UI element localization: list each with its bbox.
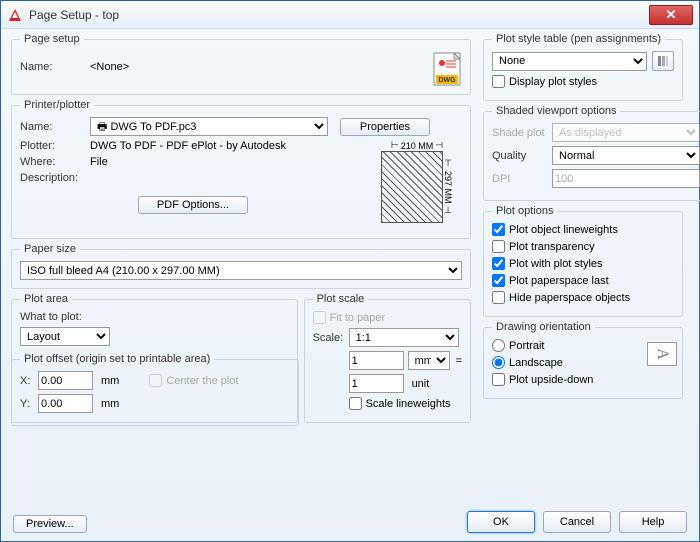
upside-down-checkbox[interactable]	[492, 373, 505, 386]
plot-area-legend: Plot area	[20, 293, 72, 305]
offset-x-unit: mm	[101, 375, 119, 387]
where-label: Where:	[20, 156, 90, 168]
page-name-value: <None>	[90, 61, 129, 73]
plot-style-select[interactable]: None	[492, 52, 647, 71]
plot-transparency-label: Plot transparency	[509, 241, 595, 253]
paper-size-select[interactable]: ISO full bleed A4 (210.00 x 297.00 MM)	[20, 261, 462, 280]
scale-lineweights-checkbox[interactable]	[349, 397, 362, 410]
ok-button[interactable]: OK	[467, 511, 535, 533]
display-plot-styles-checkbox[interactable]	[492, 75, 505, 88]
plot-obj-lw-checkbox[interactable]	[492, 223, 505, 236]
shade-plot-select: As displayed	[552, 123, 700, 142]
fit-to-paper-checkbox	[313, 311, 326, 324]
portrait-label: Portrait	[509, 340, 544, 352]
cancel-button[interactable]: Cancel	[543, 511, 611, 533]
plot-pspace-checkbox[interactable]	[492, 274, 505, 287]
scale-denom-suffix: unit	[412, 378, 430, 390]
help-button[interactable]: Help	[619, 511, 687, 533]
upside-down-label: Plot upside-down	[509, 374, 593, 386]
properties-button[interactable]: Properties	[340, 118, 430, 136]
where-value: File	[90, 156, 108, 168]
display-plot-styles-label: Display plot styles	[509, 76, 597, 88]
desc-label: Description:	[20, 172, 90, 184]
window-title: Page Setup - top	[29, 8, 649, 22]
plotter-label: Plotter:	[20, 140, 90, 152]
what-to-plot-label: What to plot:	[20, 311, 289, 323]
orientation-group: Drawing orientation Portrait Landscape A…	[483, 321, 683, 399]
plot-scale-group: Plot scale Fit to paper Scale:1:1 mm= un…	[304, 293, 471, 423]
shade-plot-label: Shade plot	[492, 127, 552, 139]
offset-x-label: X:	[20, 375, 38, 387]
scale-unit-select[interactable]: mm	[408, 351, 450, 370]
dpi-input	[552, 169, 700, 188]
paper-size-legend: Paper size	[20, 243, 80, 255]
shaded-legend: Shaded viewport options	[492, 105, 620, 117]
scale-num-input[interactable]	[349, 351, 404, 370]
app-icon	[7, 7, 23, 23]
landscape-radio[interactable]	[492, 356, 505, 369]
plot-offset-legend: Plot offset (origin set to printable are…	[20, 353, 214, 365]
shaded-viewport-group: Shaded viewport options Shade plotAs dis…	[483, 105, 700, 201]
plot-scale-legend: Plot scale	[313, 293, 369, 305]
fit-to-paper-label: Fit to paper	[330, 312, 386, 324]
plot-options-group: Plot options Plot object lineweights Plo…	[483, 205, 683, 317]
scale-label: Scale:	[313, 332, 349, 344]
printer-name-select[interactable]: 🖶 DWG To PDF.pc3	[90, 117, 328, 136]
center-plot-checkbox	[149, 374, 162, 387]
offset-y-input[interactable]	[38, 394, 93, 413]
plot-style-legend: Plot style table (pen assignments)	[492, 33, 665, 45]
page-name-label: Name:	[20, 61, 90, 73]
portrait-radio[interactable]	[492, 339, 505, 352]
hide-pspace-checkbox[interactable]	[492, 291, 505, 304]
landscape-label: Landscape	[509, 357, 563, 369]
offset-y-unit: mm	[101, 398, 119, 410]
paper-preview-hatch	[381, 151, 443, 223]
orientation-preview-icon: A	[647, 342, 677, 366]
center-plot-label: Center the plot	[166, 375, 238, 387]
offset-y-label: Y:	[20, 398, 38, 410]
plot-options-legend: Plot options	[492, 205, 557, 217]
plot-style-edit-button[interactable]	[652, 51, 674, 71]
hide-pspace-label: Hide paperspace objects	[509, 292, 630, 304]
preview-button[interactable]: Preview...	[13, 515, 87, 533]
plot-pspace-label: Plot paperspace last	[509, 275, 609, 287]
scale-select[interactable]: 1:1	[349, 328, 459, 347]
plot-obj-lw-label: Plot object lineweights	[509, 224, 618, 236]
what-to-plot-select[interactable]: Layout	[20, 327, 110, 346]
plot-styles-label: Plot with plot styles	[509, 258, 603, 270]
offset-x-input[interactable]	[38, 371, 93, 390]
plot-style-group: Plot style table (pen assignments) None …	[483, 33, 683, 101]
paper-preview: ⊢210 MM⊣ ⊤297 MM⊥	[372, 140, 462, 230]
titlebar: Page Setup - top ✕	[1, 1, 699, 29]
svg-text:DWG: DWG	[438, 77, 456, 84]
dpi-label: DPI	[492, 173, 552, 185]
orientation-legend: Drawing orientation	[492, 321, 595, 333]
paper-size-group: Paper size ISO full bleed A4 (210.00 x 2…	[11, 243, 471, 289]
plot-transparency-checkbox[interactable]	[492, 240, 505, 253]
page-setup-legend: Page setup	[20, 33, 84, 45]
dwg-icon: DWG	[432, 51, 464, 87]
page-setup-group: Page setup Name: <None> DWG	[11, 33, 471, 95]
close-button[interactable]: ✕	[649, 5, 693, 25]
quality-label: Quality	[492, 150, 552, 162]
page-setup-dialog: Page Setup - top ✕ Page setup Name: <Non…	[0, 0, 700, 542]
scale-denom-input[interactable]	[349, 374, 404, 393]
plotter-value: DWG To PDF - PDF ePlot - by Autodesk	[90, 140, 286, 152]
printer-group: Printer/plotter Name: 🖶 DWG To PDF.pc3 P…	[11, 99, 471, 239]
pdf-options-button[interactable]: PDF Options...	[138, 196, 248, 214]
plot-styles-checkbox[interactable]	[492, 257, 505, 270]
quality-select[interactable]: Normal	[552, 146, 700, 165]
scale-lineweights-label: Scale lineweights	[366, 398, 451, 410]
printer-name-label: Name:	[20, 121, 90, 133]
printer-legend: Printer/plotter	[20, 99, 94, 111]
